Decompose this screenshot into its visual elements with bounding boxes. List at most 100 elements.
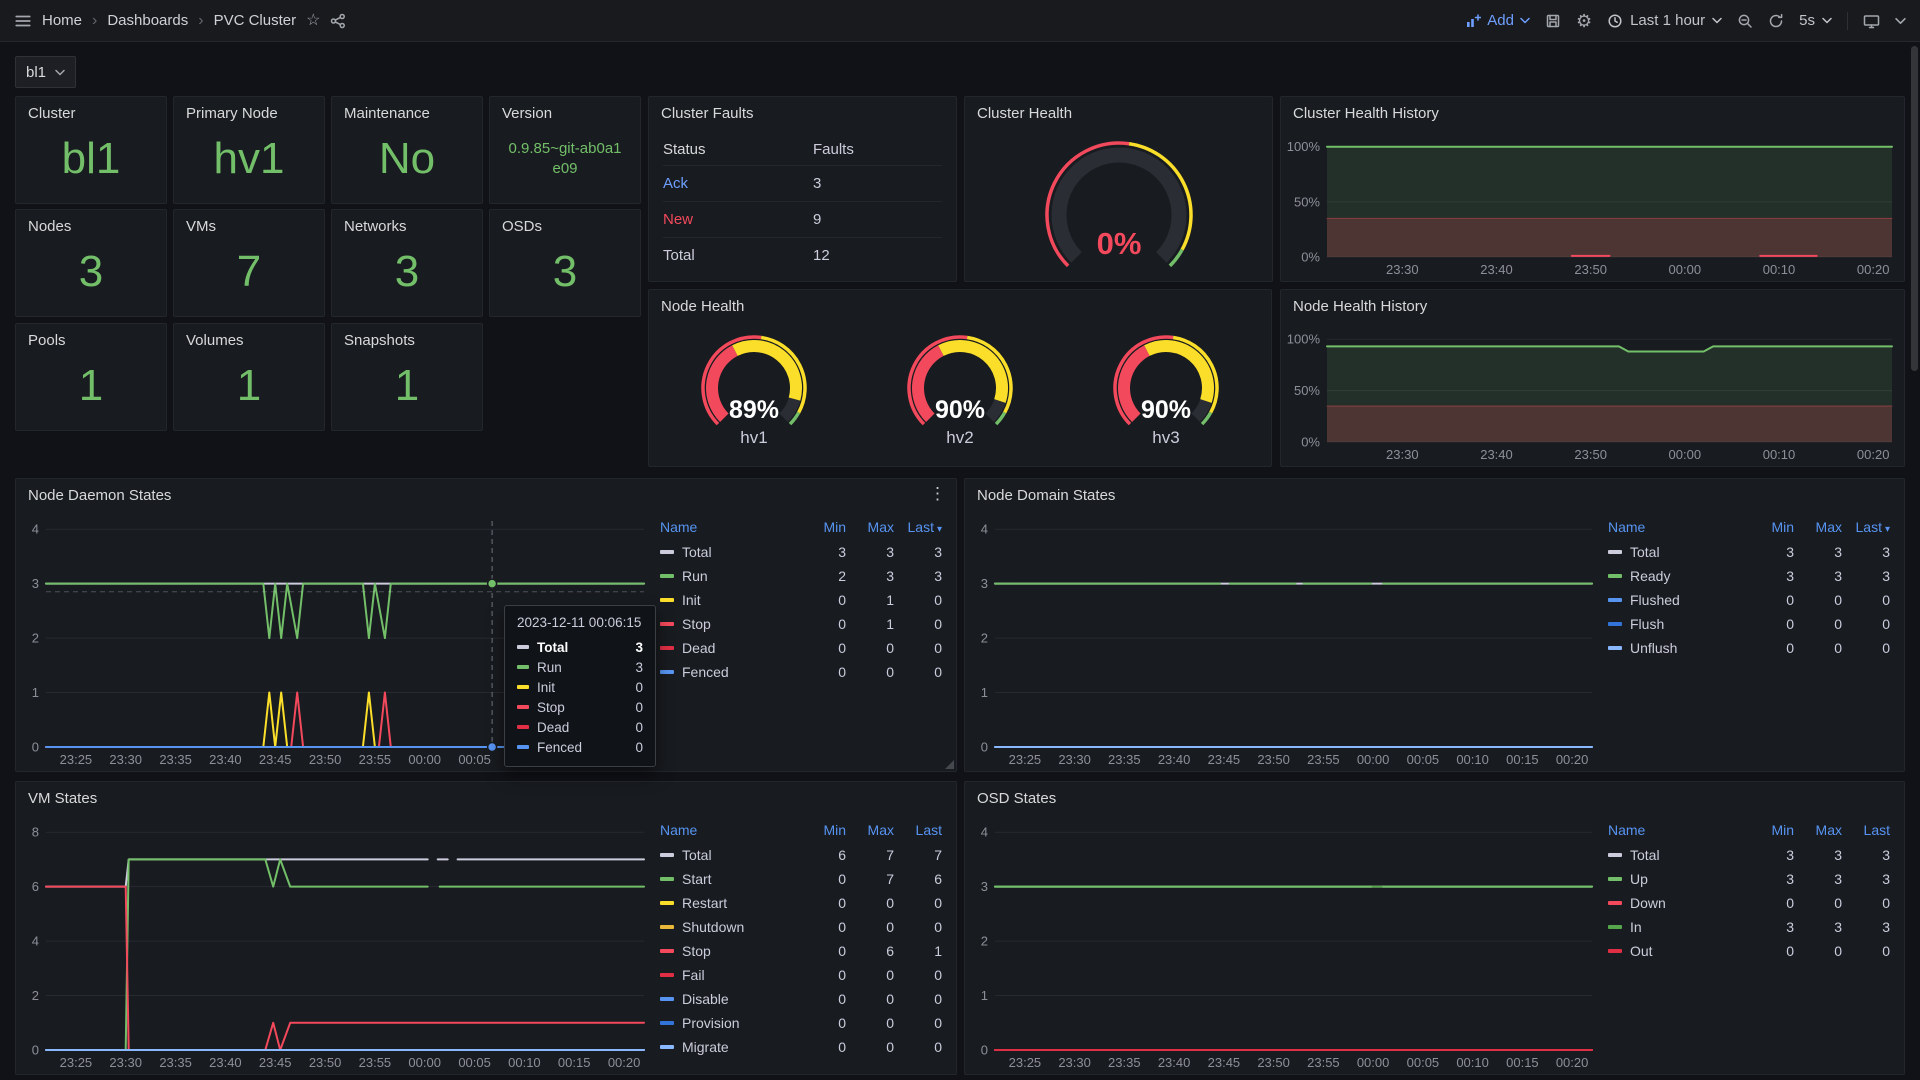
faults-table-row[interactable]: New9 [663, 201, 942, 237]
legend-row[interactable]: Down000 [1608, 891, 1890, 915]
panel-title[interactable]: Cluster Faults [661, 105, 754, 122]
svg-text:2: 2 [981, 631, 988, 646]
legend-row[interactable]: Out000 [1608, 939, 1890, 963]
series-min: 0 [798, 1039, 846, 1055]
legend-row[interactable]: Flushed000 [1608, 588, 1890, 612]
save-dashboard-icon[interactable] [1545, 13, 1561, 29]
legend-row[interactable]: Stop010 [660, 612, 942, 636]
panel-resize-handle[interactable] [945, 760, 954, 769]
legend-column-name[interactable]: Name [1608, 519, 1746, 535]
legend-column-last[interactable]: Last▾ [1842, 519, 1890, 535]
settings-gear-icon[interactable]: ⚙ [1576, 12, 1592, 30]
legend-column-max[interactable]: Max [1794, 822, 1842, 838]
series-max: 0 [1794, 640, 1842, 656]
chart-cluster-health-history[interactable]: 0%50%100%23:3023:4023:5000:0000:1000:20 [1281, 129, 1904, 281]
breadcrumb-home[interactable]: Home [42, 12, 82, 29]
chart-node-health-history[interactable]: 0%50%100%23:3023:4023:5000:0000:1000:20 [1281, 322, 1904, 466]
zoom-out-icon[interactable] [1737, 13, 1753, 29]
legend-row[interactable]: Shutdown000 [660, 915, 942, 939]
panel-title[interactable]: Snapshots [344, 332, 415, 349]
legend-column-name[interactable]: Name [660, 519, 798, 535]
legend-row[interactable]: In333 [1608, 915, 1890, 939]
legend-row[interactable]: Total333 [660, 540, 942, 564]
legend-row[interactable]: Ready333 [1608, 564, 1890, 588]
menu-icon[interactable] [14, 12, 32, 30]
panel-title[interactable]: Pools [28, 332, 66, 349]
legend-column-min[interactable]: Min [798, 822, 846, 838]
legend-column-last[interactable]: Last [1842, 822, 1890, 838]
tooltip-timestamp: 2023-12-11 00:06:15 [517, 615, 643, 630]
panel-title[interactable]: Cluster [28, 105, 76, 122]
faults-table-row[interactable]: Ack3 [663, 165, 942, 201]
refresh-interval-dropdown[interactable]: 5s [1799, 12, 1832, 29]
time-range-picker[interactable]: Last 1 hour [1607, 12, 1722, 29]
legend-column-min[interactable]: Min [1746, 519, 1794, 535]
panel-title[interactable]: Nodes [28, 218, 71, 235]
panel-title[interactable]: Node Health History [1293, 298, 1427, 315]
legend-column-min[interactable]: Min [798, 519, 846, 535]
panel-menu-icon[interactable]: ⋮ [929, 484, 946, 504]
legend-row[interactable]: Disable000 [660, 987, 942, 1011]
refresh-icon[interactable] [1768, 13, 1784, 29]
panel-title[interactable]: Primary Node [186, 105, 278, 122]
panel-stat-networks: Networks3 [331, 209, 483, 317]
legend-row[interactable]: Flush000 [1608, 612, 1890, 636]
panel-title[interactable]: Maintenance [344, 105, 430, 122]
legend-row[interactable]: Stop061 [660, 939, 942, 963]
share-icon[interactable] [330, 13, 346, 29]
panel-title[interactable]: VMs [186, 218, 216, 235]
chart-node-domain-states[interactable]: 0123423:2523:3023:3523:4023:4523:5023:55… [965, 511, 1604, 771]
panel-title[interactable]: Cluster Health History [1293, 105, 1439, 122]
legend-row[interactable]: Provision000 [660, 1011, 942, 1035]
panel-title[interactable]: OSD States [977, 790, 1056, 807]
legend-row[interactable]: Start076 [660, 867, 942, 891]
legend-column-name[interactable]: Name [1608, 822, 1746, 838]
series-color-swatch [1608, 646, 1622, 650]
panel-title[interactable]: Cluster Health [977, 105, 1072, 122]
svg-text:23:45: 23:45 [1208, 1055, 1241, 1070]
legend-row[interactable]: Unflush000 [1608, 636, 1890, 660]
legend-column-min[interactable]: Min [1746, 822, 1794, 838]
legend-column-max[interactable]: Max [846, 822, 894, 838]
panel-title[interactable]: VM States [28, 790, 97, 807]
legend-row[interactable]: Dead000 [660, 636, 942, 660]
legend-column-max[interactable]: Max [846, 519, 894, 535]
panel-title[interactable]: Node Health [661, 298, 744, 315]
panel-title[interactable]: Node Domain States [977, 487, 1115, 504]
breadcrumb-dashboards[interactable]: Dashboards [107, 12, 188, 29]
legend-row[interactable]: Fail000 [660, 963, 942, 987]
legend-row[interactable]: Restart000 [660, 891, 942, 915]
chart-osd-states[interactable]: 0123423:2523:3023:3523:4023:4523:5023:55… [965, 814, 1604, 1074]
panel-title[interactable]: Volumes [186, 332, 244, 349]
legend-row[interactable]: Total677 [660, 843, 942, 867]
panel-title[interactable]: Node Daemon States [28, 487, 171, 504]
legend-row[interactable]: Total333 [1608, 540, 1890, 564]
panel-stat-version: Version0.9.85~git-ab0a1e09 [489, 96, 641, 204]
legend-column-name[interactable]: Name [660, 822, 798, 838]
legend-column-max[interactable]: Max [1794, 519, 1842, 535]
variable-dropdown[interactable]: bl1 [15, 56, 76, 88]
legend-row[interactable]: Run233 [660, 564, 942, 588]
legend-column-last[interactable]: Last▾ [894, 519, 942, 535]
series-name: Disable [682, 991, 729, 1007]
series-min: 0 [798, 664, 846, 680]
panel-title[interactable]: OSDs [502, 218, 542, 235]
svg-text:23:45: 23:45 [1208, 752, 1241, 767]
panel-title[interactable]: Networks [344, 218, 407, 235]
faults-table-row[interactable]: Total12 [663, 237, 942, 273]
panel-title[interactable]: Version [502, 105, 552, 122]
legend-row[interactable]: Migrate000 [660, 1035, 942, 1059]
chart-vm-states[interactable]: 0246823:2523:3023:3523:4023:4523:5023:55… [16, 814, 656, 1074]
series-color-swatch [660, 1021, 674, 1025]
kiosk-chevron-icon[interactable] [1895, 17, 1906, 25]
svg-text:23:40: 23:40 [209, 752, 242, 767]
legend-row[interactable]: Fenced000 [660, 660, 942, 684]
page-scrollbar[interactable] [1911, 46, 1918, 371]
legend-row[interactable]: Up333 [1608, 867, 1890, 891]
add-button[interactable]: Add [1465, 12, 1530, 29]
legend-column-last[interactable]: Last [894, 822, 942, 838]
legend-row[interactable]: Total333 [1608, 843, 1890, 867]
legend-row[interactable]: Init010 [660, 588, 942, 612]
monitor-icon[interactable] [1863, 13, 1880, 29]
star-icon[interactable]: ☆ [306, 13, 320, 29]
